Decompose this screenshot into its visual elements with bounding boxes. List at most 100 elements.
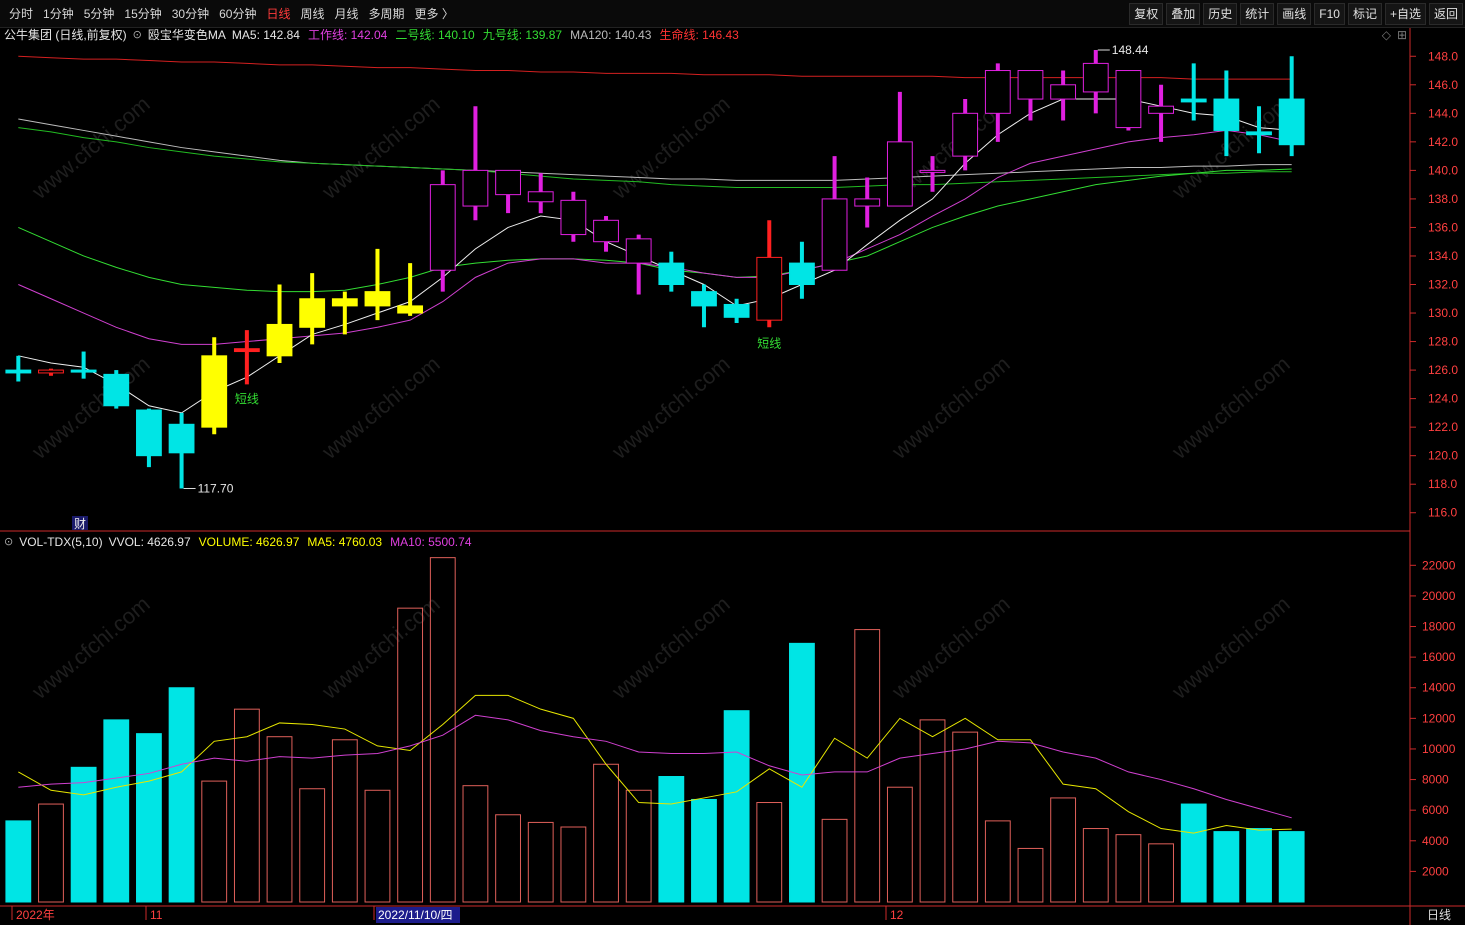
volume-tick-label: 22000 [1422,558,1456,572]
date-tick-label: 12 [890,908,904,922]
tool-button[interactable]: 叠加 [1166,3,1201,25]
period-tab[interactable]: 15分钟 [119,5,166,22]
price-legend: 公牛集团 (日线,前复权) ⊙ 殴宝华变色MA MA5: 142.84 工作线: … [4,27,739,43]
volume-bar [952,731,979,903]
chart-canvas[interactable]: www.cfchi.com www.cfchi.com www.cfchi.com w… [0,0,1465,925]
price-tick-label: 140.0 [1428,163,1458,177]
candle-body [1082,62,1109,93]
price-tick-label: 136.0 [1428,220,1458,234]
tool-button[interactable]: 历史 [1203,3,1238,25]
period-tab[interactable]: 月线 [330,5,364,22]
period-tab[interactable]: 更多 〉 [410,5,459,22]
volume-bar [1148,843,1174,903]
volume-bar [1050,797,1077,903]
legend-value: VVOL: 4626.97 [108,535,191,549]
candle-body [1050,84,1077,100]
volume-ma5-line [18,694,1292,834]
volume-indicator-name[interactable]: VOL-TDX(5,10) [19,534,102,550]
candle-body [38,369,64,374]
volume-bar [854,629,881,903]
candle-body [527,191,554,203]
volume-bar [593,763,619,903]
volume-bar [364,789,391,903]
watermark-text: www.cfchi.com [316,591,444,704]
volume-bar [1017,847,1044,903]
candle-body [886,141,913,207]
candle-body [821,198,848,271]
legend-value: 二号线: 140.10 [395,28,475,42]
period-tab[interactable]: 60分钟 [214,5,261,22]
watermark-text: www.cfchi.com [606,351,734,464]
tool-button[interactable]: 返回 [1428,3,1463,25]
volume-bar [5,820,32,903]
candle-body [331,298,358,307]
watermark-text: www.cfchi.com [26,591,154,704]
volume-legend: ⊙ VOL-TDX(5,10) VVOL: 4626.97 VOLUME: 462… [4,534,472,550]
candle-body [625,238,652,264]
indicator-toggle-icon[interactable]: ⊙ [133,27,142,43]
candle-body [5,369,32,374]
diamond-icon[interactable]: ◇ [1382,28,1391,42]
indicator-name[interactable]: 殴宝华变色MA [148,27,226,43]
tool-button[interactable]: +自选 [1384,3,1426,25]
work-line [18,129,1292,345]
volume-bar [1115,834,1142,903]
stock-name[interactable]: 公牛集团 (日线,前复权) [4,27,127,43]
candle-body [495,169,521,196]
period-tab[interactable]: 30分钟 [167,5,214,22]
tool-button[interactable]: 标记 [1347,3,1382,25]
candle-body [560,199,587,236]
watermark-text: www.cfchi.com [606,91,734,204]
watermark-text: www.cfchi.com [886,591,1014,704]
date-cursor-bg [376,907,460,923]
price-tick-label: 148.0 [1428,49,1458,63]
volume-toggle-icon[interactable]: ⊙ [4,534,13,550]
legend-value: VOLUME: 4626.97 [198,535,300,549]
price-tick-label: 120.0 [1428,449,1458,463]
price-tick-label: 116.0 [1428,506,1457,520]
tool-button[interactable]: 统计 [1240,3,1275,25]
volume-bar [625,789,652,903]
price-tick-label: 118.0 [1428,477,1457,491]
tool-button[interactable]: 复权 [1129,3,1164,25]
period-tab[interactable]: 1分钟 [38,5,79,22]
volume-bar [886,786,913,903]
signal-label: 短线 [757,336,781,350]
volume-bar [103,719,130,903]
date-tick-label: 11 [150,908,163,922]
volume-bar [70,766,97,903]
volume-bar [266,736,293,903]
candle-body [984,70,1011,114]
tool-button[interactable]: F10 [1314,3,1345,25]
watermark-text: www.cfchi.com [26,91,154,204]
volume-ma10-line [18,714,1292,819]
candle-body [1148,105,1174,114]
volume-bar [1213,831,1240,903]
legend-value: MA5: 142.84 [231,28,300,42]
low-price-label: 117.70 [198,481,234,495]
period-tab[interactable]: 多周期 [364,5,410,22]
finance-marker: 财 [74,517,86,531]
tool-button[interactable]: 画线 [1277,3,1312,25]
period-tab[interactable]: 日线 [261,5,295,22]
volume-bar [756,802,783,903]
candle-body [266,323,293,357]
period-tab[interactable]: 5分钟 [79,5,120,22]
legend-value: 生命线: 146.43 [659,28,739,42]
volume-bar [821,818,848,903]
candle-body [429,184,456,271]
price-tick-label: 126.0 [1428,363,1458,377]
volume-bar [331,739,358,903]
volume-bar [1246,828,1272,903]
volume-bar [1082,828,1109,903]
candle-body [593,219,619,243]
period-tab[interactable]: 分时 [4,5,38,22]
ma5-line [18,98,1292,414]
period-tab[interactable]: 周线 [295,5,329,22]
candle-body [397,305,424,314]
price-tick-label: 132.0 [1428,278,1458,292]
volume-tick-label: 16000 [1422,650,1456,664]
volume-tick-label: 2000 [1422,864,1449,878]
panel-max-icon[interactable]: ⊞ [1397,28,1407,42]
life-line [18,55,1292,80]
